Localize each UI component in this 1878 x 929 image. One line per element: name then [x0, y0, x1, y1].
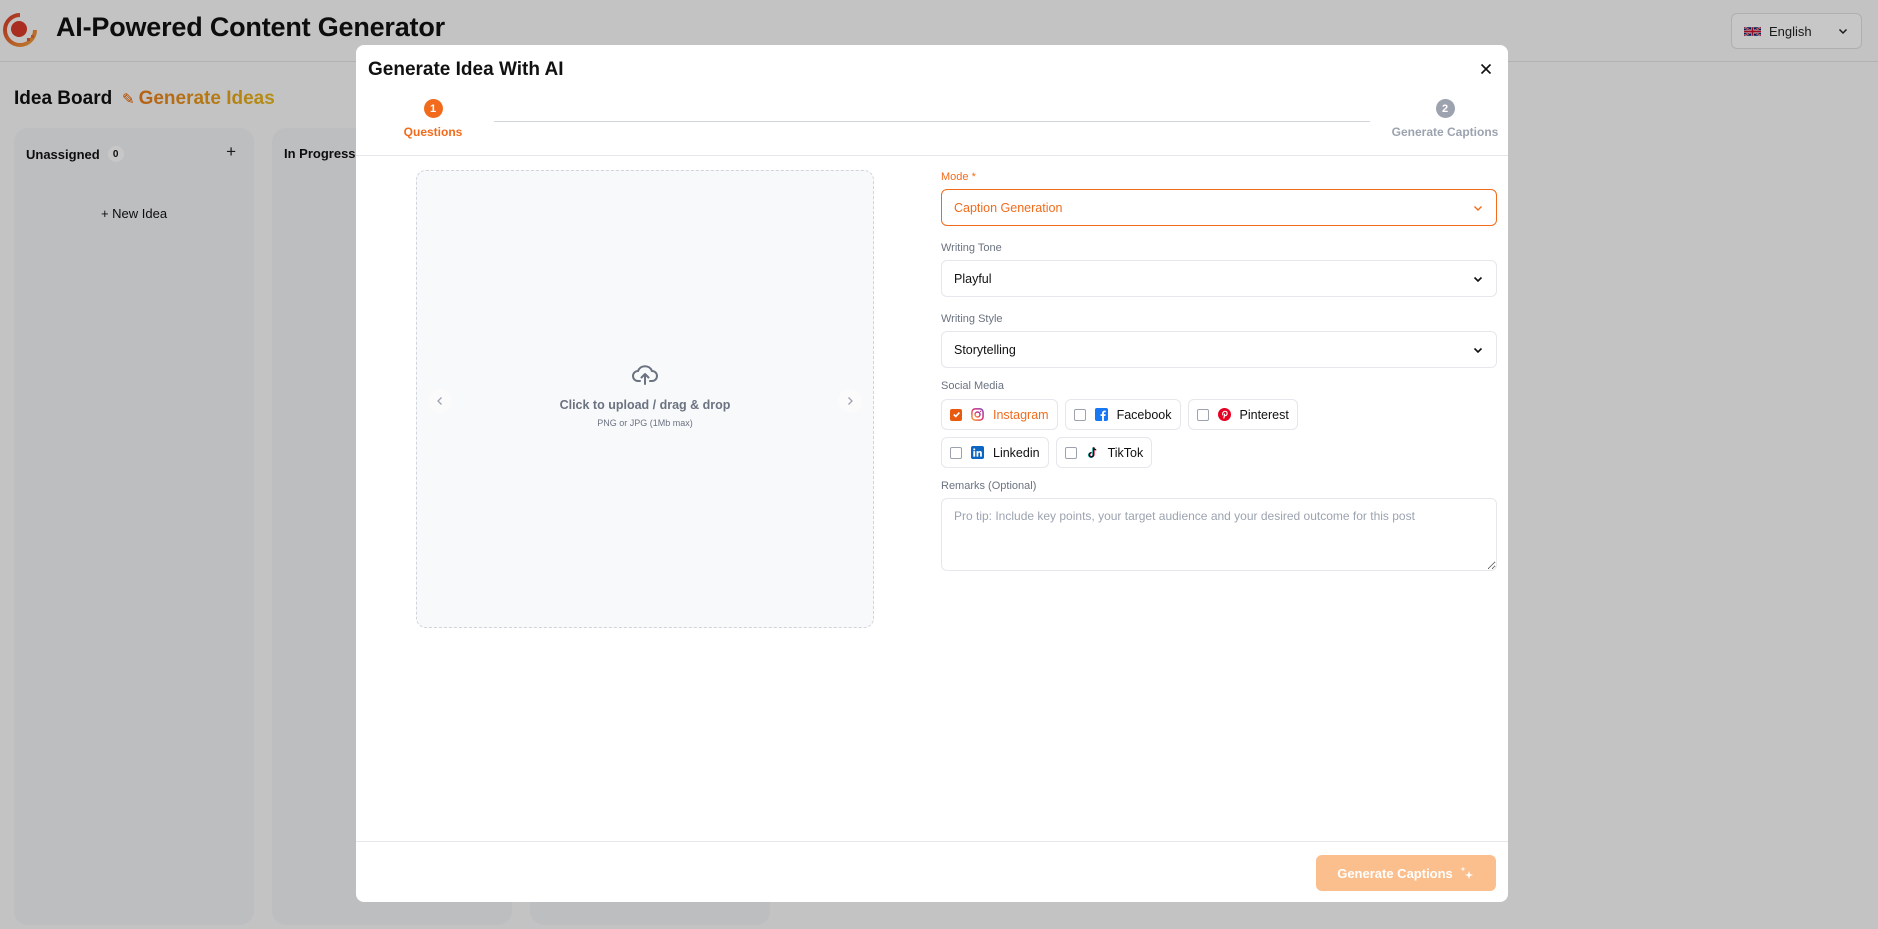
writing-style-value: Storytelling: [954, 342, 1016, 357]
chevron-down-icon: [1473, 347, 1483, 353]
chevron-down-icon: [1474, 205, 1482, 211]
social-option-facebook[interactable]: Facebook: [1064, 399, 1181, 430]
social-media-label: Social Media: [941, 380, 1004, 392]
writing-tone-value: Playful: [954, 271, 992, 286]
divider: [356, 841, 1508, 842]
upload-prompt: Click to upload / drag & drop PNG or JPG…: [417, 363, 873, 428]
generate-idea-modal: Generate Idea With AI 1 Questions 2 Gene…: [356, 45, 1508, 902]
option-label: Instagram: [993, 407, 1049, 422]
social-option-linkedin[interactable]: Linkedin: [941, 437, 1049, 468]
option-label: Linkedin: [993, 445, 1040, 460]
social-media-row: Linkedin TikTok: [941, 437, 1497, 468]
mode-value: Caption Generation: [954, 200, 1063, 215]
image-upload-dropzone[interactable]: Click to upload / drag & drop PNG or JPG…: [416, 170, 874, 628]
step-label: Questions: [403, 125, 463, 139]
option-label: Pinterest: [1239, 407, 1289, 422]
step-label: Generate Captions: [1391, 125, 1499, 139]
option-label: TikTok: [1107, 445, 1144, 460]
writing-style-label: Writing Style: [941, 313, 1003, 325]
mode-select[interactable]: Caption Generation: [941, 189, 1497, 226]
pinterest-icon: [1217, 408, 1231, 421]
linkedin-icon: [971, 446, 984, 459]
close-button[interactable]: [1476, 59, 1496, 79]
checkmark-icon: [952, 411, 960, 418]
stepper-connector: [494, 121, 1370, 122]
modal-title: Generate Idea With AI: [368, 59, 564, 80]
upload-hint: PNG or JPG (1Mb max): [597, 418, 693, 428]
sparkles-icon: [1460, 866, 1473, 879]
writing-style-select[interactable]: Storytelling: [941, 331, 1497, 368]
chevron-down-icon: [1473, 276, 1483, 282]
instagram-icon: [971, 408, 984, 421]
step-number: 2: [1435, 99, 1455, 118]
social-option-pinterest[interactable]: Pinterest: [1187, 399, 1298, 430]
upload-text: Click to upload / drag & drop: [559, 398, 731, 412]
tiktok-icon: [1087, 447, 1096, 459]
stepper: 1 Questions 2 Generate Captions: [356, 99, 1508, 151]
option-label: Facebook: [1116, 407, 1172, 422]
instagram-checkbox[interactable]: [950, 408, 962, 421]
social-option-tiktok[interactable]: TikTok: [1055, 437, 1153, 468]
social-option-instagram[interactable]: Instagram: [941, 399, 1058, 430]
tiktok-checkbox[interactable]: [1064, 446, 1077, 459]
cloud-upload-icon: [632, 365, 658, 385]
close-icon: [1480, 63, 1492, 75]
generate-captions-button[interactable]: Generate Captions: [1316, 855, 1496, 891]
divider: [356, 155, 1508, 156]
generate-captions-label: Generate Captions: [1337, 865, 1453, 881]
social-media-row: Instagram Facebook Pinterest: [941, 399, 1497, 430]
mode-label: Mode *: [941, 171, 976, 183]
step-generate-captions[interactable]: 2 Generate Captions: [1390, 99, 1500, 139]
writing-tone-select[interactable]: Playful: [941, 260, 1497, 297]
step-questions[interactable]: 1 Questions: [388, 99, 478, 139]
step-number: 1: [423, 99, 443, 118]
pinterest-checkbox[interactable]: [1196, 408, 1209, 421]
linkedin-checkbox[interactable]: [950, 446, 962, 459]
remarks-label: Remarks (Optional): [941, 480, 1037, 492]
facebook-icon: [1094, 408, 1108, 421]
writing-tone-label: Writing Tone: [941, 242, 1002, 254]
remarks-textarea[interactable]: [941, 498, 1497, 571]
facebook-checkbox[interactable]: [1073, 408, 1086, 421]
caption-form: Mode * Caption Generation Writing Tone P…: [941, 169, 1497, 576]
